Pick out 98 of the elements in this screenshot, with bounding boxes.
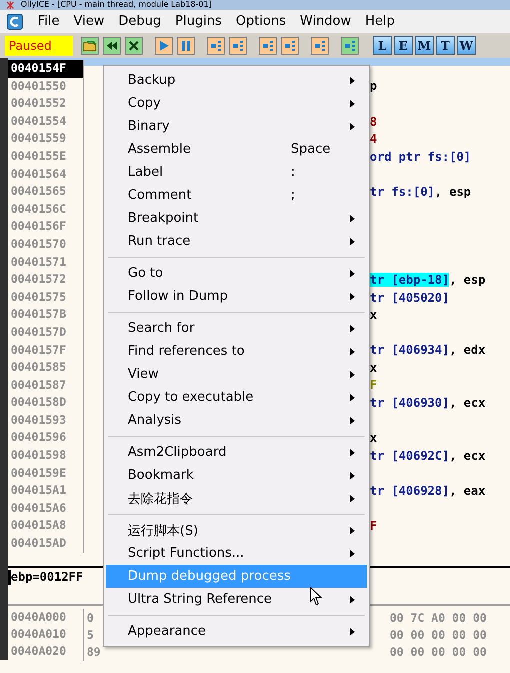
address-cell: 0040157D [8,324,84,342]
code-text: x [370,360,378,375]
code-text: F [370,519,378,534]
menu-item[interactable]: Run trace [106,230,367,253]
menu-item[interactable]: Plugins [168,14,229,29]
status-label: Paused [5,36,73,56]
folder-icon[interactable] [81,36,99,54]
menu-item[interactable]: Breakpoint [106,207,367,230]
address-cell: 00401570 [8,236,84,254]
app-logo-icon [6,0,15,10]
code-text: 8 [370,114,378,129]
pause-icon[interactable] [177,36,195,54]
hex-cell-text: 0 [86,610,95,625]
address-cell: 004015A8 [8,517,84,536]
address-cell: 00401554 [8,112,84,130]
address-cell: 0040156C [8,200,84,218]
menu-item[interactable]: 去除花指令 [106,487,367,510]
address-cell: 004015AD [8,535,84,553]
menu-item[interactable]: Copy [106,92,367,115]
code-text: tr [406928], eax [370,484,487,498]
play-icon[interactable] [155,36,173,54]
code-text: F [370,378,378,392]
code-text: x [370,431,378,446]
menu-item[interactable]: Copy to executable [106,386,367,409]
code-text: tr [ebp-18], esp [370,272,487,287]
address-cell: 00401552 [8,95,84,113]
address-cell: 00401575 [8,288,84,306]
hex-cell-text: 00 00 00 00 00 [389,628,488,642]
menu-item[interactable]: Assemble Space [106,138,367,161]
hex-cell-text: 00 7C A0 00 00 [389,610,488,625]
code-text: tr [40692C], ecx [370,448,487,463]
address-cell: 0040158D [8,394,84,412]
menu-item[interactable]: Binary [106,115,367,138]
menu-item[interactable]: Bookmark [106,464,367,487]
code-text: tr [405020] [370,290,450,305]
menu-item[interactable]: Script Functions... [106,542,367,565]
address-cell: 0040A000 [8,609,84,627]
address-cell: 00401550 [8,78,84,96]
menu-item[interactable]: Label : [106,161,367,184]
address-cell: 00401572 [8,271,84,289]
hex-cell-text: 5 [86,628,95,642]
address-cell: 00401596 [8,429,84,448]
pane-letter-button[interactable]: M [415,36,434,55]
address-cell: 00401571 [8,254,84,272]
address-cell: 00401564 [8,166,84,184]
address-cell: 0040A020 [8,643,84,661]
menu-item[interactable]: Window [293,14,358,29]
hex-cell-text: 89 [86,644,102,659]
address-cell: 0040159E [8,464,84,482]
address-cell: 00401565 [8,183,84,201]
menu-item[interactable]: Find references to [106,340,367,363]
menu-item[interactable]: Debug [112,14,168,29]
hex-cell-text: 00 00 00 00 00 [389,644,488,659]
rewind-icon[interactable] [103,36,121,54]
menu-item[interactable]: Asm2Clipboard [106,441,367,464]
address-cell: 004015A1 [8,482,84,500]
address-cell: 00401587 [8,376,84,394]
code-text: tr [406930], ecx [370,396,487,410]
code-text: 4 [370,132,378,146]
menu-item[interactable]: 运行脚本(S) [106,519,367,542]
menu-item[interactable]: Analysis [106,409,367,432]
menu-item[interactable]: Appearance [106,620,367,643]
pane-letter-button[interactable]: L [373,36,392,55]
code-text: p [370,79,378,94]
window-title: OllyICE - [CPU - main thread, module Lab18-01] [21,0,212,10]
menu-item[interactable]: Comment ; [106,184,367,207]
code-text: ord ptr fs:[0] [370,150,472,164]
address-cell: 0040157F [8,342,84,360]
menu-item[interactable]: View [106,363,367,386]
menu-item[interactable]: View [66,14,112,29]
menu-item[interactable]: File [31,14,67,29]
register-text: ebp=0012FF [11,570,84,584]
pane-letter-button[interactable]: E [394,36,413,55]
cpu-window-icon[interactable] [7,14,23,30]
mouse-cursor-icon [310,587,322,606]
address-cell: 00401559 [8,130,84,148]
menu-item[interactable]: Backup [106,69,367,92]
address-cell: 0040A010 [8,626,84,644]
address-cell: 004015A6 [8,500,84,518]
address-cell: 0040157B [8,306,84,324]
address-cell: 00401598 [8,447,84,465]
menu-item[interactable]: Follow in Dump [106,285,367,308]
address-cell: 00401593 [8,412,84,430]
address-cell: 0040156F [8,218,84,236]
code-text: x [370,308,378,322]
address-cell: 0040154F [8,60,84,78]
address-cell: 00401585 [8,359,84,377]
menu-item[interactable]: Ultra String Reference [106,588,367,611]
address-cell: 0040155E [8,148,84,166]
menu-item[interactable]: Go to [106,262,367,285]
code-text: tr fs:[0], esp [370,184,472,199]
pane-letter-button[interactable]: W [457,36,476,55]
code-text: tr [406934], edx [370,343,487,358]
pane-letter-button[interactable]: T [436,36,455,55]
menu-item[interactable]: Options [228,14,294,29]
menu-item[interactable]: Help [358,14,402,29]
close-icon[interactable] [125,36,143,54]
menu-item[interactable]: Search for [106,317,367,340]
